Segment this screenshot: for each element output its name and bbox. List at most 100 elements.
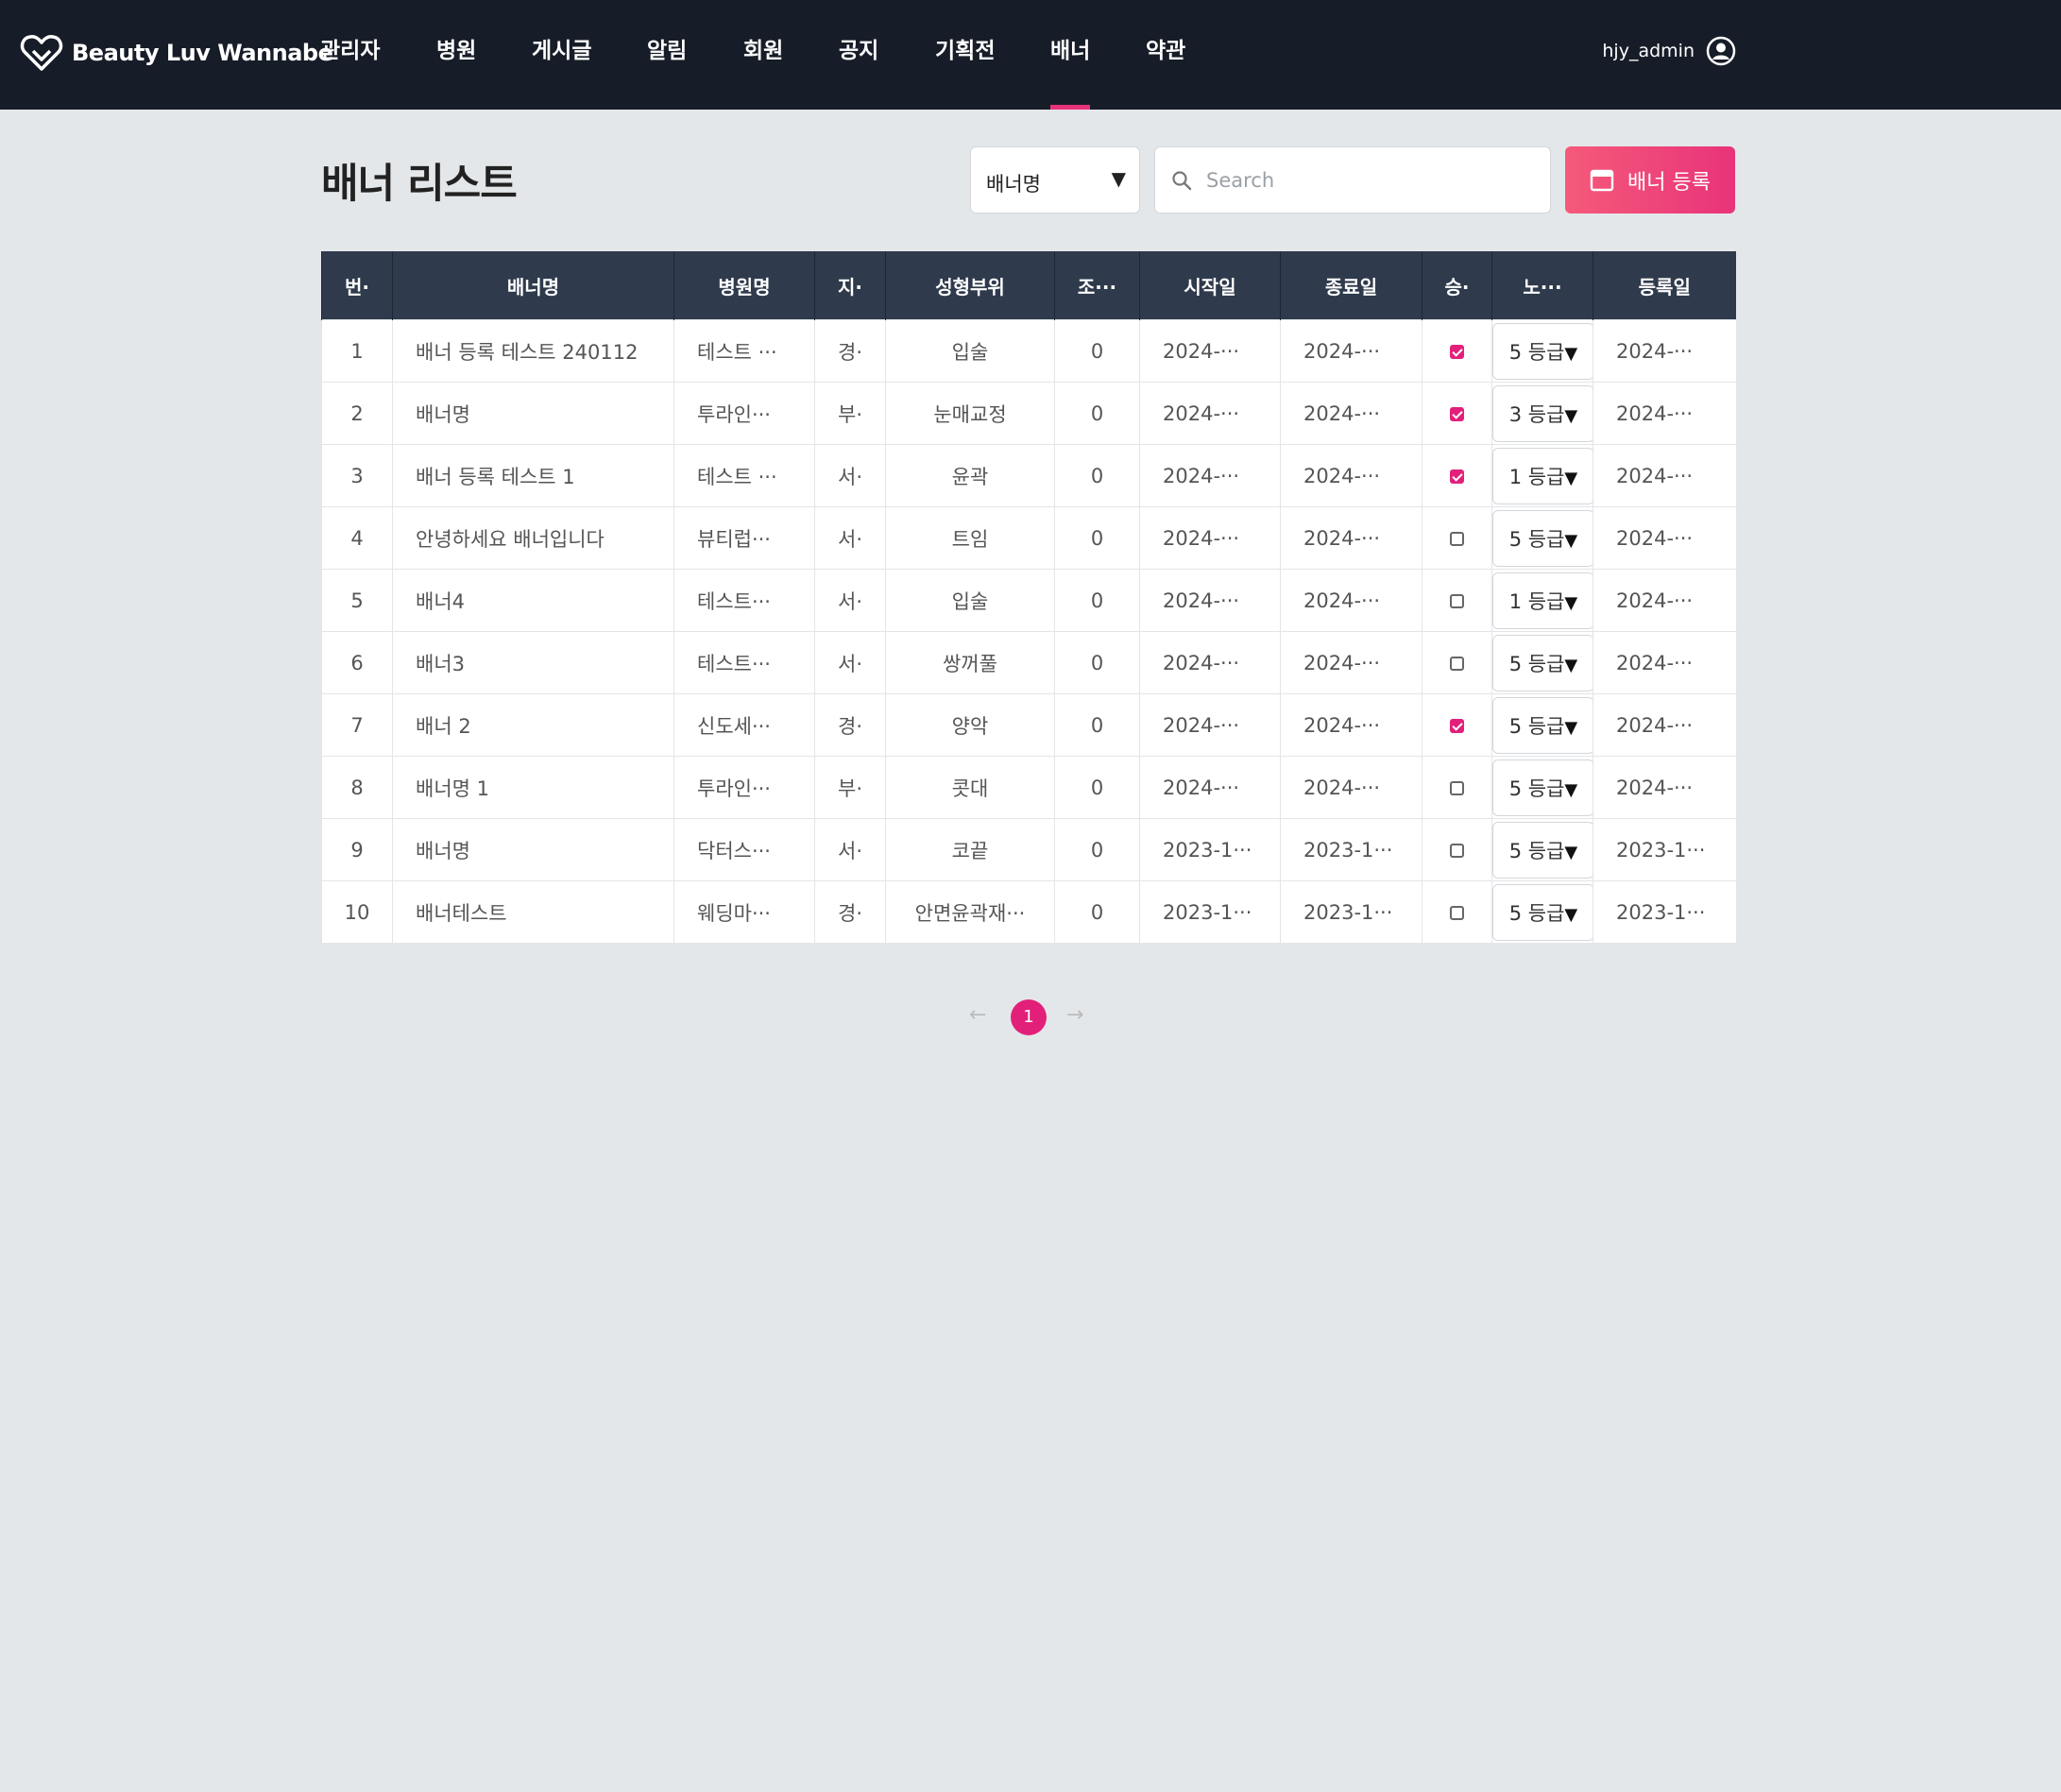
table-row[interactable]: 9 배너명 닥터스··· 서· 코끝 0 2023-1··· 2023-1··· 5 등급▼ 20… xyxy=(321,818,1736,881)
cell-banner-name: 안녕하세요 배너입니다 xyxy=(392,506,674,570)
approved-checkbox[interactable] xyxy=(1450,781,1464,795)
calendar-icon xyxy=(1590,169,1614,191)
arrow-right-icon[interactable]: → xyxy=(1066,1003,1083,1027)
nav-item-hospital[interactable]: 병원 xyxy=(436,0,476,110)
cell-approved xyxy=(1422,880,1492,943)
col-header-end-date[interactable]: 종료일 xyxy=(1280,251,1422,320)
cell-exposure-grade: 5 등급▼ xyxy=(1491,756,1593,819)
col-header-region[interactable]: 지· xyxy=(814,251,886,320)
user-name: hjy_admin xyxy=(1602,41,1695,61)
cell-surgery-part: 쌍꺼풀 xyxy=(885,631,1055,694)
user-menu[interactable]: hjy_admin xyxy=(1602,36,1736,66)
grade-select[interactable]: 3 등급▼ xyxy=(1492,384,1593,442)
add-banner-button[interactable]: 배너 등록 xyxy=(1565,146,1735,213)
col-header-exposure[interactable]: 노··· xyxy=(1491,251,1593,320)
grade-value: 5 등급 xyxy=(1508,839,1565,862)
grade-select[interactable]: 5 등급▼ xyxy=(1492,634,1593,691)
cell-registered: 2024-··· xyxy=(1593,693,1736,757)
grade-select[interactable]: 1 등급▼ xyxy=(1492,447,1593,504)
table-row[interactable]: 4 안녕하세요 배너입니다 뷰티럽··· 서· 트임 0 2024-··· 2024-··· 5… xyxy=(321,506,1736,570)
col-header-start-date[interactable]: 시작일 xyxy=(1139,251,1281,320)
approved-checkbox[interactable] xyxy=(1450,345,1464,359)
grade-select[interactable]: 1 등급▼ xyxy=(1492,572,1593,629)
caret-down-icon: ▼ xyxy=(1564,717,1578,738)
col-header-registered[interactable]: 등록일 xyxy=(1593,251,1736,320)
pagination: ← 1 → xyxy=(963,999,1115,1035)
caret-down-icon: ▼ xyxy=(1564,468,1578,488)
col-header-number[interactable]: 번· xyxy=(321,251,393,320)
cell-hospital: 신도세··· xyxy=(673,693,815,757)
nav-item-admin[interactable]: 관리자 xyxy=(320,0,380,110)
table-row[interactable]: 10 배너테스트 웨딩마··· 경· 안면윤곽재··· 0 2023-1··· 2023-1·… xyxy=(321,880,1736,943)
approved-checkbox[interactable] xyxy=(1450,407,1464,421)
approved-checkbox[interactable] xyxy=(1450,657,1464,671)
grade-value: 5 등급 xyxy=(1508,340,1565,364)
grade-select[interactable]: 5 등급▼ xyxy=(1492,509,1593,567)
search-field-select[interactable]: 배너명 ▼ xyxy=(970,146,1140,213)
nav-item-notices[interactable]: 공지 xyxy=(839,0,878,110)
cell-banner-name: 배너 2 xyxy=(392,693,674,757)
table-row[interactable]: 2 배너명 투라인··· 부· 눈매교정 0 2024-··· 2024-··· 3 등급▼ 20… xyxy=(321,382,1736,445)
cell-number: 10 xyxy=(321,880,393,943)
nav-item-posts[interactable]: 게시글 xyxy=(532,0,591,110)
cell-approved xyxy=(1422,569,1492,632)
nav-item-terms[interactable]: 약관 xyxy=(1146,0,1185,110)
cell-number: 5 xyxy=(321,569,393,632)
cell-surgery-part: 안면윤곽재··· xyxy=(885,880,1055,943)
table-row[interactable]: 3 배너 등록 테스트 1 테스트 ··· 서· 윤곽 0 2024-··· 2024-···… xyxy=(321,444,1736,507)
cell-registered: 2024-··· xyxy=(1593,569,1736,632)
table-row[interactable]: 1 배너 등록 테스트 240112 테스트 ··· 경· 입술 0 2024-··· 202… xyxy=(321,319,1736,383)
grade-select[interactable]: 5 등급▼ xyxy=(1492,322,1593,380)
cell-exposure-grade: 5 등급▼ xyxy=(1491,818,1593,881)
heart-logo-icon xyxy=(20,35,63,71)
grade-select[interactable]: 5 등급▼ xyxy=(1492,821,1593,879)
cell-hospital: 테스트 ··· xyxy=(673,444,815,507)
approved-checkbox[interactable] xyxy=(1450,532,1464,546)
col-header-approved[interactable]: 승· xyxy=(1422,251,1492,320)
brand-logo[interactable]: Beauty Luv Wannabe xyxy=(20,34,333,72)
page-number-current[interactable]: 1 xyxy=(1011,999,1047,1035)
cell-end-date: 2024-··· xyxy=(1280,319,1422,383)
cell-end-date: 2024-··· xyxy=(1280,631,1422,694)
approved-checkbox[interactable] xyxy=(1450,719,1464,733)
search-box xyxy=(1154,146,1551,213)
col-header-surgery-part[interactable]: 성형부위 xyxy=(885,251,1055,320)
approved-checkbox[interactable] xyxy=(1450,594,1464,608)
grade-value: 1 등급 xyxy=(1508,465,1565,488)
cell-surgery-part: 입술 xyxy=(885,319,1055,383)
nav-item-alerts[interactable]: 알림 xyxy=(647,0,687,110)
search-input[interactable] xyxy=(1204,161,1539,200)
grade-value: 1 등급 xyxy=(1508,589,1565,613)
table-row[interactable]: 6 배너3 테스트··· 서· 쌍꺼풀 0 2024-··· 2024-··· 5 등급▼ 202… xyxy=(321,631,1736,694)
approved-checkbox[interactable] xyxy=(1450,469,1464,484)
cell-banner-name: 배너테스트 xyxy=(392,880,674,943)
col-header-views[interactable]: 조··· xyxy=(1054,251,1140,320)
cell-approved xyxy=(1422,631,1492,694)
cell-number: 2 xyxy=(321,382,393,445)
nav-item-exhibitions[interactable]: 기획전 xyxy=(935,0,995,110)
table-row[interactable]: 5 배너4 테스트··· 서· 입술 0 2024-··· 2024-··· 1 등급▼ 2024… xyxy=(321,569,1736,632)
cell-number: 1 xyxy=(321,319,393,383)
grade-select[interactable]: 5 등급▼ xyxy=(1492,759,1593,816)
cell-exposure-grade: 5 등급▼ xyxy=(1491,880,1593,943)
col-header-banner-name[interactable]: 배너명 xyxy=(392,251,674,320)
approved-checkbox[interactable] xyxy=(1450,906,1464,920)
table-row[interactable]: 7 배너 2 신도세··· 경· 양악 0 2024-··· 2024-··· 5 등급▼ 202… xyxy=(321,693,1736,757)
nav-item-banner[interactable]: 배너 xyxy=(1050,0,1091,110)
caret-down-icon: ▼ xyxy=(1564,655,1578,675)
approved-checkbox[interactable] xyxy=(1450,844,1464,858)
cell-start-date: 2023-1··· xyxy=(1139,818,1281,881)
cell-region: 부· xyxy=(814,756,886,819)
arrow-left-icon[interactable]: ← xyxy=(969,1003,986,1027)
cell-start-date: 2024-··· xyxy=(1139,631,1281,694)
col-header-hospital[interactable]: 병원명 xyxy=(673,251,815,320)
grade-select[interactable]: 5 등급▼ xyxy=(1492,696,1593,754)
nav-item-members[interactable]: 회원 xyxy=(743,0,783,110)
grade-select[interactable]: 5 등급▼ xyxy=(1492,883,1593,941)
caret-down-icon: ▼ xyxy=(1564,842,1578,862)
cell-exposure-grade: 1 등급▼ xyxy=(1491,444,1593,507)
table-row[interactable]: 8 배너명 1 투라인··· 부· 콧대 0 2024-··· 2024-··· 5 등급▼ 20… xyxy=(321,756,1736,819)
cell-number: 4 xyxy=(321,506,393,570)
cell-surgery-part: 양악 xyxy=(885,693,1055,757)
cell-region: 서· xyxy=(814,631,886,694)
